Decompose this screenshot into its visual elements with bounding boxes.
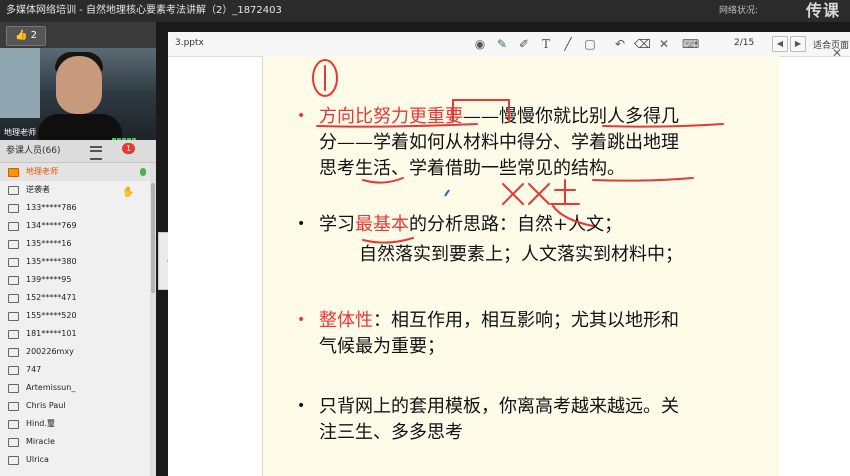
monitor-icon [8,456,19,465]
network-status: 网络状况: [718,6,758,16]
undo-icon[interactable]: ↶ [612,36,628,52]
monitor-icon [8,384,19,393]
bullet: • [297,216,306,232]
monitor-icon [8,294,19,303]
bullet: • [297,398,306,414]
list-item[interactable]: Ulrica [0,451,150,469]
members-header: 参课人员(66) 1 [0,140,156,163]
list-item[interactable]: Artemissun_ [0,379,150,397]
thumbs-up-icon: 👍 [14,30,28,41]
list-item[interactable]: Chris Paul [0,397,150,415]
list-item[interactable]: 139*****95 [0,271,150,289]
list-item[interactable]: Hind.璽 [0,415,150,433]
list-item[interactable]: 逆袭者 ✋ [0,181,150,199]
close-icon[interactable]: ✕ [832,46,842,60]
list-item[interactable]: 747 [0,361,150,379]
mic-level-icon [112,129,152,140]
list-item[interactable]: 200226mxy [0,343,150,361]
handwritten-char [550,179,580,205]
presentation-area: 3.pptx ◉ ✎ ✐ T ╱ ▢ ↶ ⌫ ✕ ⌨ 2/15 ◀ ▶ 适合页面… [168,32,850,476]
window-title: 多媒体网络培训 - 自然地理核心要素考法讲解（2）_1872403 [6,5,282,16]
page-indicator: 2/15 [734,38,755,48]
menu-icon[interactable] [90,146,102,160]
list-item[interactable]: 152*****471 [0,289,150,307]
handwritten-char [502,183,550,205]
bullet: • [297,312,306,328]
rectangle-icon[interactable]: ▢ [582,36,598,52]
list-item[interactable]: 133*****786 [0,199,150,217]
slide-text: 只背网上的套用模板，你离高考越来越远。关 [319,396,679,417]
list-item[interactable]: 134*****769 [0,217,150,235]
fit-page-button[interactable]: 适合页面 [813,38,849,51]
list-item[interactable]: 155*****520 [0,307,150,325]
pen-cursor [444,189,450,197]
monitor-icon [8,330,19,339]
like-count: 2 [30,30,37,41]
pen-icon[interactable]: ✎ [494,36,510,52]
monitor-icon [8,276,19,285]
monitor-icon [8,348,19,357]
circle-mark [312,59,338,97]
line-icon[interactable]: ╱ [560,36,576,52]
monitor-icon [8,222,19,231]
slide-text: 自然落实到要素上；人文落实到材料中； [359,244,683,265]
slide-canvas[interactable]: • 方向比努力更重要——慢慢你就比别人多得几 分——学着如何从材料中得分、学着跳… [262,56,779,476]
list-item[interactable]: 135*****16 [0,235,150,253]
like-button[interactable]: 👍 2 [6,26,46,46]
left-panel: 👍 2 地理老师 参课人员(66) 1 地理老师 逆袭者 ✋ 133*****7… [0,22,156,476]
slide-text: 整体性：相互作用，相互影响；尤其以地形和 [319,310,679,331]
title-bar: 多媒体网络培训 - 自然地理核心要素考法讲解（2）_1872403 网络状况: … [0,0,850,22]
slide-text: 学习最基本的分析思路：自然+人文； [319,214,623,235]
members-list: 地理老师 逆袭者 ✋ 133*****786 134*****769 135**… [0,163,150,476]
bullet: • [297,108,306,124]
watermark-logo: 传课 [805,1,840,20]
next-page-button[interactable]: ▶ [790,36,806,52]
like-bar: 👍 2 [0,22,156,48]
video-label: 地理老师 [4,128,36,137]
monitor-icon [8,366,19,375]
brush-icon[interactable]: ✐ [516,36,532,52]
file-name: 3.pptx [175,38,204,48]
pointer-icon[interactable]: ◉ [472,36,488,52]
list-item[interactable]: Miracle [0,433,150,451]
eraser-icon[interactable]: ⌫ [634,36,651,52]
text-icon[interactable]: T [538,36,554,52]
monitor-icon [8,258,19,267]
monitor-icon [8,402,19,411]
slide-text: 分——学着如何从材料中得分、学着跳出地理 [319,132,679,153]
speaking-icon [140,168,146,176]
whiteboard-toolbar: 3.pptx ◉ ✎ ✐ T ╱ ▢ ↶ ⌫ ✕ ⌨ 2/15 ◀ ▶ 适合页面 [168,32,850,57]
members-scrollbar[interactable] [150,163,156,476]
slide-text: 注三生、多多思考 [319,422,463,443]
slide-text: 思考生活、学着借助一些常见的结构。 [319,158,625,179]
monitor-icon [8,186,19,195]
slide-text: 方向比努力更重要——慢慢你就比别人多得几 [319,106,679,127]
list-item[interactable]: 135*****380 [0,253,150,271]
teacher-video: 地理老师 [0,48,156,140]
keyboard-icon[interactable]: ⌨ [682,36,699,52]
monitor-icon [8,204,19,213]
list-item[interactable]: 地理老师 [0,163,150,181]
prev-page-button[interactable]: ◀ [772,36,788,52]
delete-icon[interactable]: ✕ [656,36,672,52]
monitor-icon [8,312,19,321]
teacher-icon [8,168,19,177]
slide-text: 气候最为重要； [319,336,445,357]
monitor-icon [8,420,19,429]
monitor-icon [8,438,19,447]
list-item[interactable]: 181*****101 [0,325,150,343]
notification-badge: 1 [122,143,136,154]
monitor-icon [8,240,19,249]
members-count: 参课人员(66) [6,146,61,156]
